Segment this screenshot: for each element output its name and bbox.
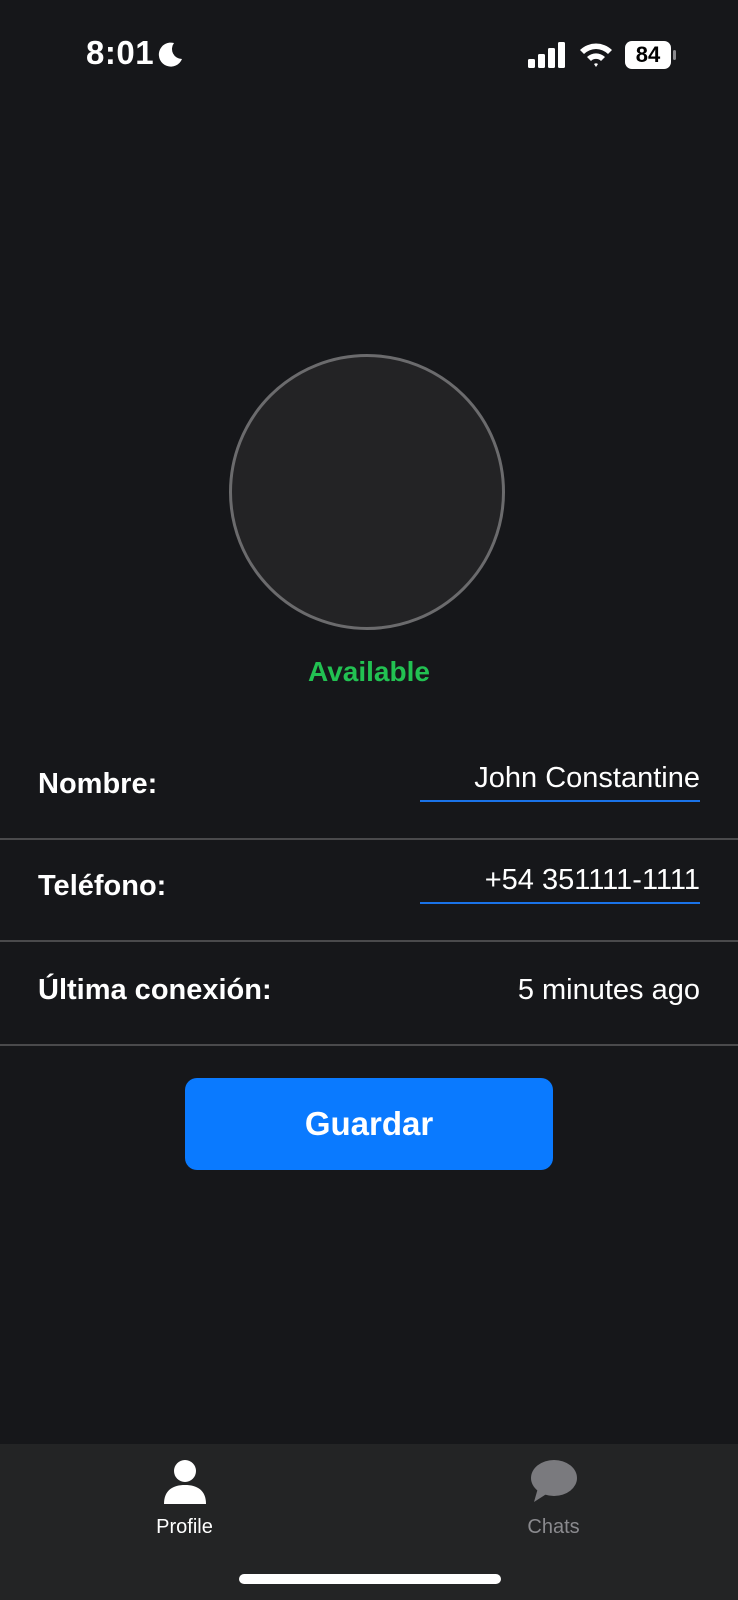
moon-icon bbox=[158, 42, 182, 67]
name-label: Nombre: bbox=[38, 768, 158, 800]
presence-status: Available bbox=[308, 656, 430, 687]
phone-label: Teléfono: bbox=[38, 870, 167, 902]
chat-bubble-icon bbox=[531, 1460, 577, 1502]
status-bar: 8:01 84 bbox=[0, 0, 738, 110]
person-icon bbox=[164, 1460, 206, 1504]
save-button[interactable]: Guardar bbox=[185, 1078, 553, 1170]
tab-profile-label: Profile bbox=[156, 1516, 213, 1538]
status-time: 8:01 bbox=[86, 34, 155, 71]
name-input[interactable] bbox=[420, 756, 700, 802]
wifi-icon bbox=[580, 43, 612, 67]
home-indicator bbox=[239, 1574, 501, 1584]
last-seen-row: Última conexión: 5 minutes ago bbox=[0, 944, 738, 1046]
name-row: Nombre: bbox=[0, 738, 738, 840]
last-seen-label: Última conexión: bbox=[38, 974, 272, 1006]
battery-level: 84 bbox=[635, 42, 661, 67]
tab-chats-label: Chats bbox=[527, 1516, 580, 1538]
signal-icon bbox=[528, 42, 565, 68]
phone-row: Teléfono: bbox=[0, 840, 738, 942]
tab-bar: Profile Chats bbox=[0, 1444, 738, 1600]
tab-chats[interactable]: Chats bbox=[369, 1444, 738, 1554]
tab-profile[interactable]: Profile bbox=[0, 1444, 369, 1554]
avatar[interactable] bbox=[229, 354, 505, 630]
last-seen-value: 5 minutes ago bbox=[517, 974, 700, 1006]
phone-input[interactable] bbox=[420, 858, 700, 904]
